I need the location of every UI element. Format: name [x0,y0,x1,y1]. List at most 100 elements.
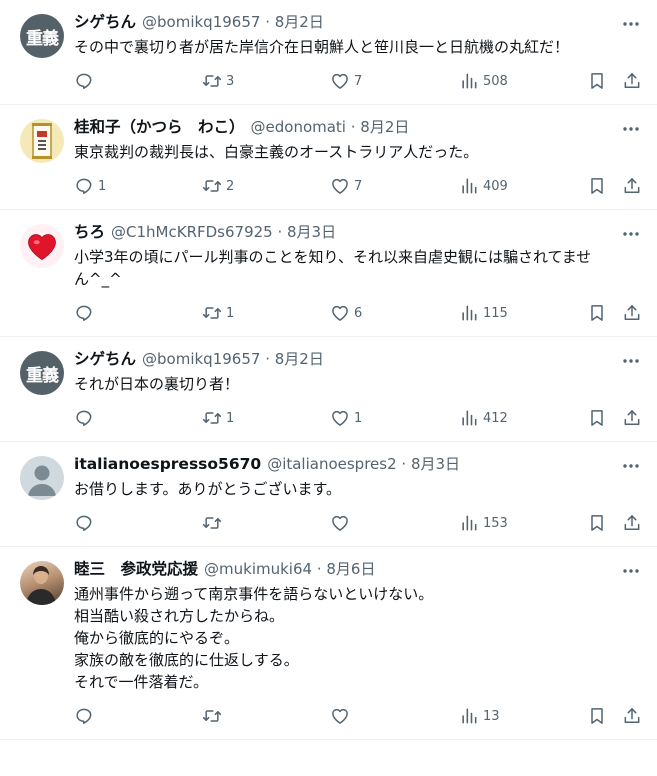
like-button[interactable] [330,512,354,534]
views-button[interactable]: 153 [459,512,508,534]
more-options-icon[interactable] [621,16,641,32]
retweet-button[interactable]: 1 [202,302,234,324]
tweet-text-line: ん^_^ [74,270,122,288]
bookmark-button[interactable] [587,512,607,534]
retweet-button[interactable]: 3 [202,70,234,92]
tweet-header: italianoespresso5670 @italianoespres2 · … [74,454,641,476]
tweet[interactable]: 重義 シゲちん @bomikq19657 · 8月2日 その中で裏切り者が居た岸… [0,0,657,105]
share-button[interactable] [622,70,642,92]
like-button[interactable]: 7 [330,175,362,197]
retweet-button[interactable] [202,705,226,727]
display-name[interactable]: italianoespresso5670 [74,454,261,474]
view-count: 409 [483,178,508,194]
like-count: 7 [354,178,363,194]
display-name[interactable]: シゲちん [74,349,136,369]
retweet-count: 2 [226,178,235,194]
avatar[interactable] [20,561,64,605]
views-button[interactable]: 508 [459,70,508,92]
tweet-date[interactable]: 8月3日 [411,454,460,474]
like-button[interactable] [330,705,354,727]
share-button[interactable] [622,512,642,534]
avatar[interactable] [20,456,64,500]
views-button[interactable]: 409 [459,175,508,197]
tweet-date[interactable]: 8月2日 [275,12,324,32]
reply-button[interactable] [74,407,98,429]
tweet[interactable]: italianoespresso5670 @italianoespres2 · … [0,442,657,547]
avatar[interactable] [20,119,64,163]
retweet-button[interactable]: 1 [202,407,234,429]
reply-button[interactable] [74,70,98,92]
more-options-icon[interactable] [621,226,641,242]
tweet[interactable]: 桂和子（かつら わこ） @edonomati · 8月2日 東京裁判の裁判長は、… [0,105,657,210]
tweet-text: 小学3年の頃にパール判事のことを知り、それ以来自虐史観には騙されてませ ん^_^ [74,246,641,290]
avatar[interactable] [20,224,64,268]
tweet-text-line: 家族の敵を徹底的に仕返しする。 [74,651,299,669]
more-options-icon[interactable] [621,458,641,474]
reply-button[interactable] [74,512,98,534]
avatar[interactable]: 重義 [20,351,64,395]
reply-button[interactable] [74,302,98,324]
bookmark-button[interactable] [587,70,607,92]
user-handle[interactable]: @mukimuki64 [204,559,312,579]
views-button[interactable]: 412 [459,407,508,429]
heart-icon [332,410,348,426]
display-name[interactable]: 桂和子（かつら わこ） [74,117,245,137]
more-options-icon[interactable] [621,121,641,137]
tweet-text-line: その中で裏切り者が居た岸信介在日朝鮮人と笹川良一と日航機の丸紅だ！ [74,38,570,56]
user-handle[interactable]: @C1hMcKRFDs67925 [111,222,273,242]
view-count: 508 [483,73,508,89]
display-name[interactable]: シゲちん [74,12,136,32]
reply-button[interactable]: 1 [74,175,106,197]
tweet-date[interactable]: 8月6日 [326,559,375,579]
views-button[interactable]: 115 [459,302,508,324]
bookmark-button[interactable] [587,705,607,727]
tweet-header: 睦三 参政党応援 @mukimuki64 · 8月6日 [74,559,641,581]
share-button[interactable] [622,302,642,324]
like-count: 1 [354,410,363,426]
tweet[interactable]: 重義 シゲちん @bomikq19657 · 8月2日 それが日本の裏切り者！ … [0,337,657,442]
user-handle[interactable]: @bomikq19657 [142,349,260,369]
share-icon [624,515,640,530]
tweet-text-line: 通州事件から遡って南京事件を語らないといけない。 [74,585,434,603]
like-button[interactable]: 7 [330,70,362,92]
user-handle[interactable]: @italianoespres2 [267,454,396,474]
like-button[interactable]: 1 [330,407,362,429]
tweet-date[interactable]: 8月3日 [287,222,336,242]
avatar-text: 重義 [26,365,59,386]
bookmark-button[interactable] [587,175,607,197]
bookmark-icon [591,305,603,321]
tweet[interactable]: ちろ @C1hMcKRFDs67925 · 8月3日 小学3年の頃にパール判事の… [0,210,657,337]
reply-button[interactable] [74,705,98,727]
bookmark-button[interactable] [587,302,607,324]
more-options-icon[interactable] [621,353,641,369]
tweet-header: シゲちん @bomikq19657 · 8月2日 [74,12,641,34]
share-button[interactable] [622,407,642,429]
default-profile-icon [28,465,56,496]
display-name[interactable]: ちろ [74,222,105,242]
like-button[interactable]: 6 [330,302,362,324]
share-button[interactable] [622,175,642,197]
retweet-button[interactable] [202,512,226,534]
retweet-icon [202,307,222,319]
avatar-text: 重義 [26,28,59,49]
retweet-icon [202,517,222,529]
tweet-date[interactable]: 8月2日 [360,117,409,137]
bookmark-button[interactable] [587,407,607,429]
retweet-button[interactable]: 2 [202,175,234,197]
display-name[interactable]: 睦三 参政党応援 [74,559,198,579]
avatar[interactable]: 重義 [20,14,64,58]
heart-icon [332,515,348,531]
tweet[interactable]: 睦三 参政党応援 @mukimuki64 · 8月6日 通州事件から遡って南京事… [0,547,657,740]
retweet-count: 3 [226,73,235,89]
scroll-avatar-image [32,123,52,159]
views-button[interactable]: 13 [459,705,500,727]
user-handle[interactable]: @bomikq19657 [142,12,260,32]
more-options-icon[interactable] [621,563,641,579]
reply-count: 1 [98,178,107,194]
user-handle[interactable]: @edonomati [251,117,346,137]
tweet-text-line: 相当酷い殺され方したからね。 [74,607,285,625]
reply-icon [76,708,92,724]
retweet-count: 1 [226,305,235,321]
share-button[interactable] [622,705,642,727]
tweet-date[interactable]: 8月2日 [275,349,324,369]
